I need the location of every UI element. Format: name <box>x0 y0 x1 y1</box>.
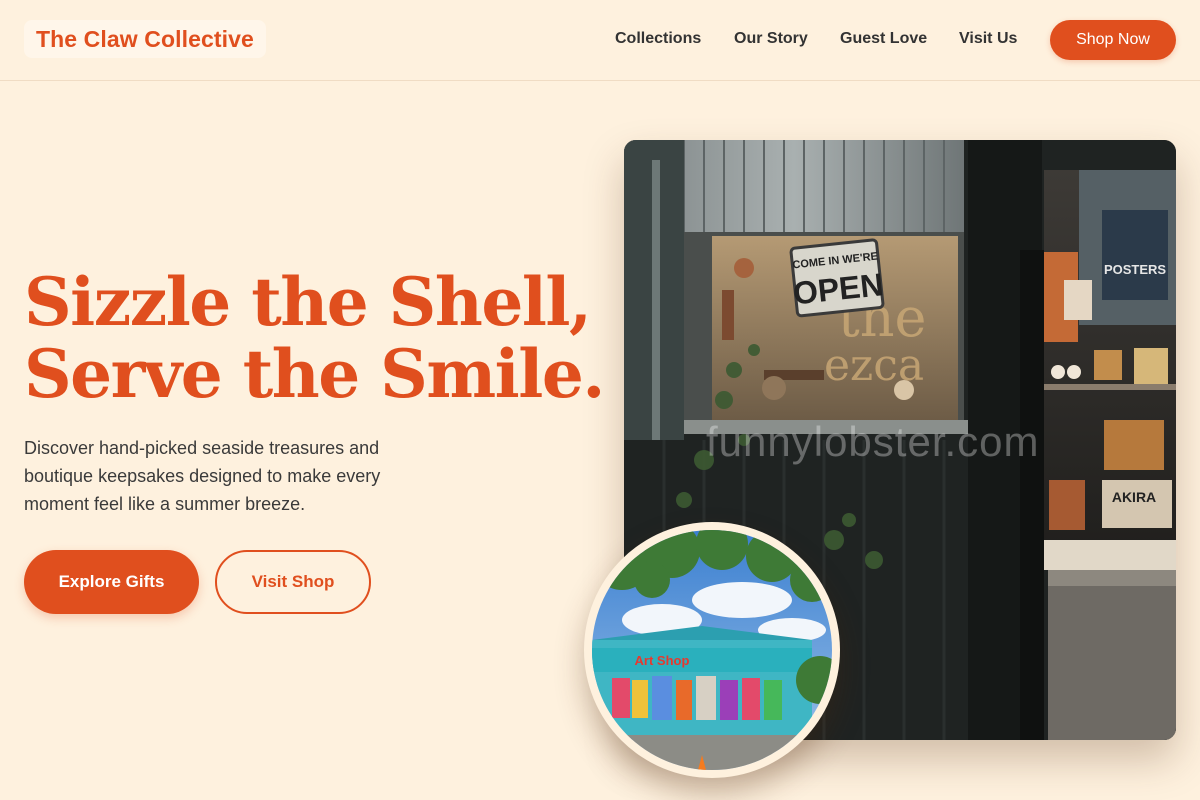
explore-gifts-button[interactable]: Explore Gifts <box>24 550 199 614</box>
watermark-text: funnylobster.com <box>706 418 1040 465</box>
poster-text: POSTERS <box>1104 262 1166 277</box>
visit-shop-button[interactable]: Visit Shop <box>215 550 371 614</box>
nav-guest-love[interactable]: Guest Love <box>840 30 927 48</box>
inset-shop-sign: Art Shop <box>635 653 690 668</box>
hero-title-line-2: Serve the Smile. <box>24 335 605 413</box>
book-text: AKIRA <box>1112 489 1156 505</box>
inset-shop-photo: Art Shop <box>592 530 832 770</box>
brand-logo[interactable]: The Claw Collective <box>24 20 266 58</box>
nav-collections[interactable]: Collections <box>615 30 701 48</box>
nav-our-story[interactable]: Our Story <box>734 30 808 48</box>
inset-photo-frame: Art Shop <box>584 522 840 778</box>
nav-visit-us[interactable]: Visit Us <box>959 30 1017 48</box>
shop-now-button[interactable]: Shop Now <box>1050 20 1176 60</box>
hero-title: Sizzle the Shell, Serve the Smile. <box>24 263 605 413</box>
site-header: The Claw Collective Collections Our Stor… <box>0 0 1200 81</box>
hero-subtitle: Discover hand-picked seaside treasures a… <box>24 438 381 514</box>
hero-title-line-1: Sizzle the Shell, <box>24 263 592 341</box>
